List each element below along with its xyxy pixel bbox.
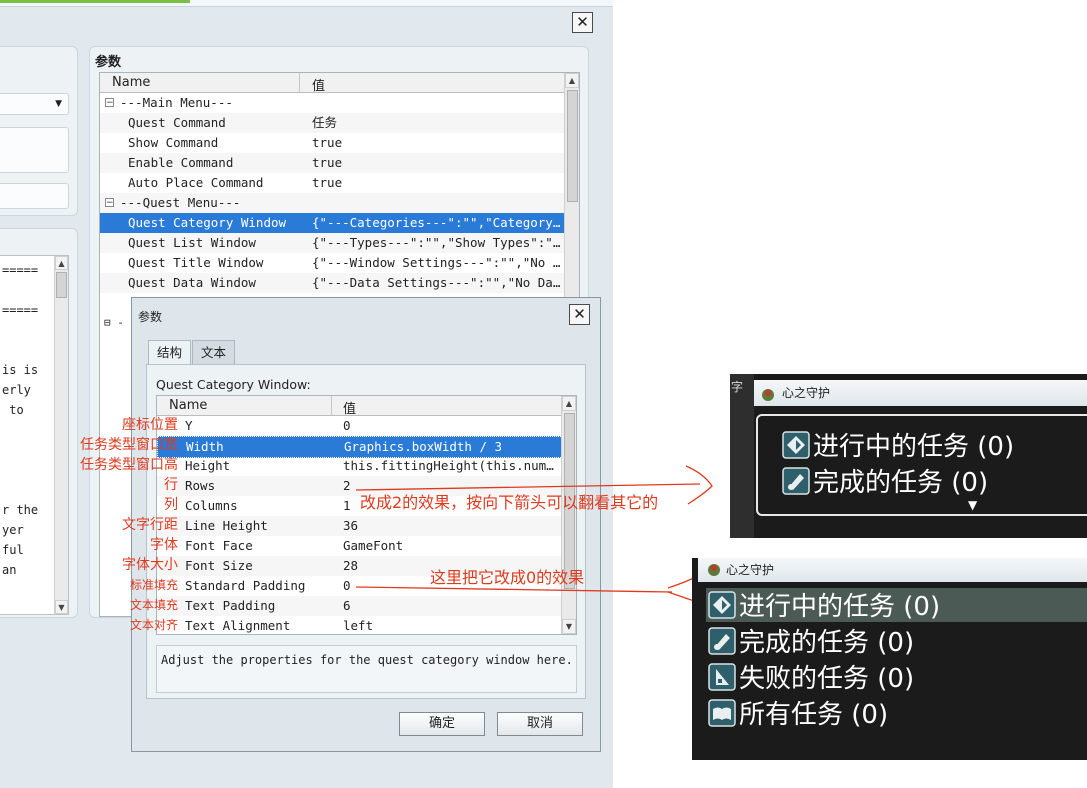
game-preview-bottom: 心之守护 进行中的任务 (0) 完成的任务 (0) 失败的任务 (0) 所有任务 (0… [692, 558, 1087, 760]
scroll-down-arrow-icon[interactable]: ▼ [968, 498, 977, 512]
quest-category-item[interactable]: 完成的任务 (0) [708, 622, 914, 659]
quest-category-label: 所有任务 (0) [739, 700, 889, 730]
padding-arrow-line [355, 586, 673, 593]
game-preview-top: 字 心之守护 进行中的任务 (0) 完成的任务 (0) ▼ [730, 374, 1087, 538]
game-app-icon [706, 562, 722, 578]
game-app-icon [760, 386, 776, 402]
quest-category-label: 进行中的任务 (0) [739, 592, 941, 622]
preview-window-title: 心之守护 [754, 380, 1087, 406]
quest-category-label: 完成的任务 (0) [813, 468, 989, 498]
quest-category-label: 进行中的任务 (0) [813, 432, 1015, 462]
compass-quest-icon [708, 591, 736, 619]
rows-arrow-head [685, 465, 713, 505]
rows-arrow-line [355, 483, 701, 491]
scroll-quest-icon [782, 467, 810, 495]
compass-quest-icon [782, 431, 810, 459]
book-quest-icon [708, 699, 736, 727]
preview-edge: 字 [730, 374, 754, 538]
quest-category-item[interactable]: 所有任务 (0) [708, 694, 888, 731]
quest-category-item[interactable]: 进行中的任务 (0) [708, 586, 940, 623]
quest-category-item[interactable]: 进行中的任务 (0) [782, 426, 1014, 463]
failed-quest-icon [708, 663, 736, 691]
preview-window-title: 心之守护 [698, 558, 1087, 582]
quest-category-item[interactable]: 完成的任务 (0) [782, 462, 988, 499]
quest-category-label: 失败的任务 (0) [739, 664, 915, 694]
scroll-quest-icon [708, 627, 736, 655]
quest-category-label: 完成的任务 (0) [739, 628, 915, 658]
quest-category-item[interactable]: 失败的任务 (0) [708, 658, 914, 695]
